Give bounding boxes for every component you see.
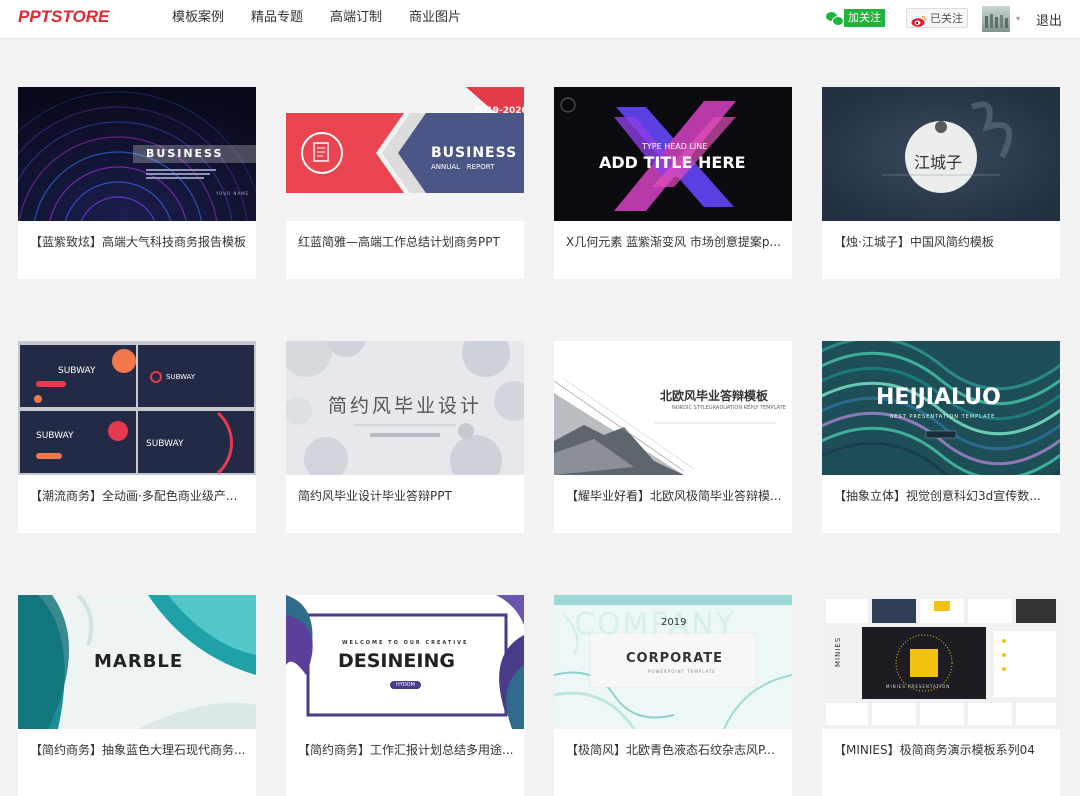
template-title[interactable]: 【蓝紫致炫】高端大气科技商务报告模板 — [30, 233, 252, 250]
template-thumbnail[interactable]: MARBLE — [18, 595, 256, 729]
template-title[interactable]: 【MINIES】极简商务演示模板系列04 — [834, 741, 1056, 758]
thumb-pill: HYDOM — [390, 681, 421, 689]
thumb-body-lines — [146, 167, 226, 181]
thumb-headline: BUSINESS — [146, 147, 224, 160]
wechat-icon — [826, 11, 844, 26]
template-thumbnail[interactable]: TYPE HEAD LINE ADD TITLE HERE — [554, 87, 792, 221]
template-thumbnail[interactable]: 江城子 — [822, 87, 1060, 221]
thumb-headline-2: SUBWAY — [166, 373, 196, 381]
template-thumbnail[interactable]: 2019-2020 BUSINESS ANNUAL REPORT — [286, 87, 524, 221]
thumb-bg-word: COMPANY — [574, 607, 736, 642]
site-logo[interactable]: PPTSTORE — [18, 7, 109, 27]
weibo-followed[interactable]: 已关注 — [906, 8, 968, 28]
template-card[interactable]: MARBLE 【简约商务】抽象蓝色大理石现代商务... — [18, 595, 256, 796]
thumb-headline: 北欧风毕业答辩模板 — [660, 389, 769, 403]
template-thumbnail[interactable]: WELCOME TO OUR CREATIVE DESINEING HYDOM — [286, 595, 524, 729]
template-title[interactable]: 【简约商务】抽象蓝色大理石现代商务... — [30, 741, 252, 758]
thumb-headline: HEIJIALUO — [876, 385, 1001, 410]
thumb-headline: MARBLE — [94, 651, 184, 672]
template-card[interactable]: 江城子 【烛·江城子】中国风简约模板 — [822, 87, 1060, 279]
top-bar: PPTSTORE 模板案例 精品专题 高端订制 商业图片 加关注 已关注 ▾ 退… — [0, 0, 1080, 39]
thumb-headline: 简约风毕业设计 — [328, 395, 483, 417]
thumb-year: 2019 — [661, 617, 687, 628]
thumb-sub: BEST PRESENTATION TEMPLATE — [890, 414, 996, 420]
template-title[interactable]: 简约风毕业设计毕业答辩PPT — [298, 487, 520, 504]
thumb-headline: BUSINESS — [431, 145, 518, 161]
logout-link[interactable]: 退出 — [1036, 10, 1062, 29]
thumb-tag: WELCOME TO OUR CREATIVE — [342, 640, 469, 646]
thumb-tag: TYPE HEAD LINE — [642, 142, 708, 151]
thumb-sub: POWERPOINT TEMPLATE — [648, 669, 716, 674]
nav-templates[interactable]: 模板案例 — [172, 0, 224, 38]
thumb-headline: CORPORATE — [626, 651, 723, 666]
nav-custom[interactable]: 高端订制 — [330, 0, 382, 38]
template-thumbnail[interactable]: HEIJIALUO BEST PRESENTATION TEMPLATE — [822, 341, 1060, 475]
template-title[interactable]: 【抽象立体】视觉创意科幻3d宣传数... — [834, 487, 1056, 504]
template-card[interactable]: 简约风毕业设计 简约风毕业设计毕业答辩PPT — [286, 341, 524, 533]
template-title[interactable]: 【潮流商务】全动画·多配色商业级产... — [30, 487, 252, 504]
template-title[interactable]: 【烛·江城子】中国风简约模板 — [834, 233, 1056, 250]
template-card[interactable]: COMPANY 2019 CORPORATE POWERPOINT TEMPLA… — [554, 595, 792, 796]
thumb-sub-2: REPORT — [466, 163, 495, 171]
template-card[interactable]: TYPE HEAD LINE ADD TITLE HERE X几何元素 蓝紫渐变… — [554, 87, 792, 279]
wechat-follow[interactable]: 加关注 — [826, 9, 885, 27]
template-title[interactable]: 红蓝简雅—高端工作总结计划商务PPT — [298, 233, 520, 250]
template-thumbnail[interactable]: SUBWAY SUBWAY SUBWAY SUBWAY — [18, 341, 256, 475]
template-thumbnail[interactable]: MINIES MINIES PRESENTATION — [822, 595, 1060, 729]
user-avatar[interactable] — [982, 6, 1010, 32]
thumb-headline: ADD TITLE HERE — [599, 153, 746, 172]
nav-topics[interactable]: 精品专题 — [251, 0, 303, 38]
template-thumbnail[interactable]: COMPANY 2019 CORPORATE POWERPOINT TEMPLA… — [554, 595, 792, 729]
template-card[interactable]: WELCOME TO OUR CREATIVE DESINEING HYDOM … — [286, 595, 524, 796]
template-title[interactable]: 【耀毕业好看】北欧风极简毕业答辩模... — [566, 487, 788, 504]
template-title[interactable]: X几何元素 蓝紫渐变风 市场创意提案p... — [566, 233, 788, 250]
thumb-headline: SUBWAY — [58, 366, 96, 376]
thumb-sub-1: ANNUAL — [431, 163, 461, 171]
weibo-icon — [911, 12, 927, 27]
template-thumbnail[interactable]: 简约风毕业设计 — [286, 341, 524, 475]
thumb-headline-3: SUBWAY — [36, 431, 74, 441]
template-title[interactable]: 【简约商务】工作汇报计划总结多用途... — [298, 741, 520, 758]
followed-label: 已关注 — [930, 12, 963, 25]
template-card[interactable]: HEIJIALUO BEST PRESENTATION TEMPLATE 【抽象… — [822, 341, 1060, 533]
chevron-down-icon[interactable]: ▾ — [1016, 14, 1020, 23]
thumb-year: 2019-2020 — [474, 106, 524, 116]
template-card[interactable]: MINIES MINIES PRESENTATION 【MINIES】极简商务演… — [822, 595, 1060, 796]
thumb-footer: YOUR NAME — [216, 191, 250, 196]
follow-button[interactable]: 加关注 — [844, 9, 885, 27]
template-thumbnail[interactable]: 北欧风毕业答辩模板 NORDIC STYLEGRADUATION REPLY T… — [554, 341, 792, 475]
thumb-headline: DESINEING — [338, 650, 455, 672]
template-card[interactable]: SUBWAY SUBWAY SUBWAY SUBWAY 【潮流商务】全动画·多配… — [18, 341, 256, 533]
template-card[interactable]: 北欧风毕业答辩模板 NORDIC STYLEGRADUATION REPLY T… — [554, 341, 792, 533]
main-nav: 模板案例 精品专题 高端订制 商业图片 — [172, 0, 488, 38]
nav-images[interactable]: 商业图片 — [409, 0, 461, 38]
thumb-headline-4: SUBWAY — [146, 439, 184, 449]
thumb-headline: 江城子 — [914, 153, 963, 172]
template-card[interactable]: 2019-2020 BUSINESS ANNUAL REPORT 红蓝简雅—高端… — [286, 87, 524, 279]
template-title[interactable]: 【极简风】北欧青色液态石纹杂志风P... — [566, 741, 788, 758]
thumb-tile: MINIES PRESENTATION — [886, 684, 951, 689]
thumb-sub: ANNUAL REPORT — [431, 163, 494, 171]
template-thumbnail[interactable]: BUSINESS YOUR NAME — [18, 87, 256, 221]
thumb-headline: MINIES — [834, 636, 842, 667]
template-card[interactable]: BUSINESS YOUR NAME 【蓝紫致炫】高端大气科技商务报告模板 — [18, 87, 256, 279]
thumb-sub: NORDIC STYLEGRADUATION REPLY TEMPLATE — [672, 405, 786, 411]
